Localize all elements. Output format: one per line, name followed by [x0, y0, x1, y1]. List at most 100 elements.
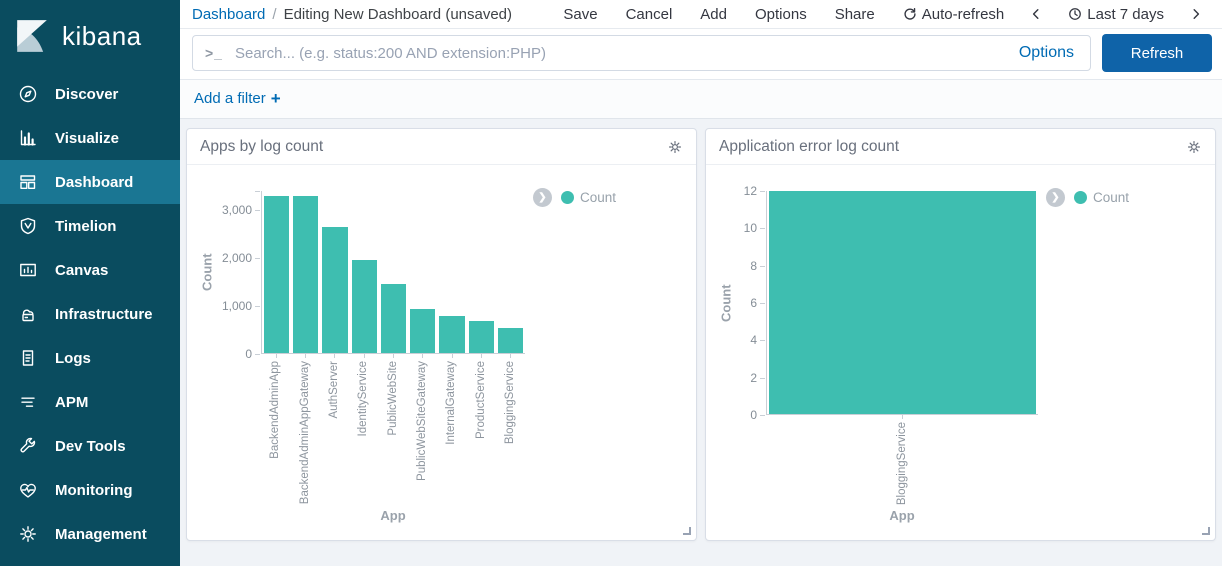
bar-PublicWebSiteGateway[interactable] — [410, 309, 435, 353]
panel-title: Application error log count — [719, 138, 899, 156]
plus-icon: + — [271, 90, 281, 107]
search-box: >_ Options — [192, 35, 1091, 71]
y-axis-tick-label: 2 — [750, 370, 757, 386]
panel-options-button[interactable] — [667, 139, 683, 155]
bar-AuthServer[interactable] — [322, 227, 347, 353]
x-axis-label: ProductService — [475, 361, 488, 439]
x-axis-title: App — [766, 504, 1038, 528]
add-filter-button[interactable]: Add a filter + — [194, 90, 281, 107]
x-axis-label: BloggingService — [896, 422, 909, 505]
x-axis-title: App — [261, 504, 525, 528]
bar-BloggingService[interactable] — [769, 191, 1036, 414]
x-axis-label: BackendAdminApp — [269, 361, 282, 459]
kibana-logo-icon — [14, 18, 50, 54]
legend-label: Count — [580, 190, 616, 205]
shield-icon — [17, 215, 39, 237]
sidebar-item-timelion[interactable]: Timelion — [0, 204, 180, 248]
time-back-button[interactable] — [1022, 8, 1050, 20]
sidebar-item-visualize[interactable]: Visualize — [0, 116, 180, 160]
x-axis-label: InternalGateway — [445, 361, 458, 445]
bar-IdentityService[interactable] — [352, 260, 377, 353]
cloud-server-icon — [17, 303, 39, 325]
legend: ❯ Count — [1046, 188, 1215, 207]
breadcrumb-dashboard-link[interactable]: Dashboard — [192, 6, 265, 23]
panel-header: Application error log count — [706, 129, 1215, 165]
panel-apps-by-log-count: Apps by log count Count 01,0002,0003,000… — [186, 128, 697, 541]
filter-bar: Add a filter + — [180, 80, 1222, 119]
sidebar-item-infrastructure[interactable]: Infrastructure — [0, 292, 180, 336]
sidebar-item-label: Visualize — [55, 130, 119, 147]
top-menu: Save Cancel Add Options Share Auto-refre… — [553, 6, 1210, 23]
time-range-picker[interactable]: Last 7 days — [1058, 6, 1174, 23]
x-axis-tick: InternalGateway — [439, 354, 464, 504]
query-options-link[interactable]: Options — [1015, 44, 1078, 62]
y-axis-tick-label: 8 — [750, 258, 757, 274]
refresh-button[interactable]: Refresh — [1102, 34, 1212, 72]
breadcrumb-separator: / — [272, 6, 276, 23]
sidebar-item-label: Timelion — [55, 218, 116, 235]
save-button[interactable]: Save — [553, 6, 607, 23]
sidebar-item-label: Dev Tools — [55, 438, 126, 455]
bar-BackendAdminAppGateway[interactable] — [293, 196, 318, 353]
legend-toggle-button[interactable]: ❯ — [533, 188, 552, 207]
share-button[interactable]: Share — [825, 6, 885, 23]
main-area: Dashboard / Editing New Dashboard (unsav… — [180, 0, 1222, 566]
y-axis-tick-label: 4 — [750, 332, 757, 348]
bar-PublicWebSite[interactable] — [381, 284, 406, 353]
auto-refresh-button[interactable]: Auto-refresh — [893, 6, 1015, 23]
bar-BloggingService[interactable] — [498, 328, 523, 353]
bar-chart-apps-by-log-count: Count 01,0002,0003,000 BackendAdminAppBa… — [187, 191, 696, 528]
search-input[interactable] — [235, 45, 1015, 62]
plot-area — [261, 191, 525, 354]
sidebar-item-label: Management — [55, 526, 147, 543]
x-axis-labels: BloggingService — [766, 415, 1038, 504]
wrench-icon — [17, 435, 39, 457]
sidebar-item-apm[interactable]: APM — [0, 380, 180, 424]
panel-resize-handle[interactable] — [683, 527, 691, 535]
sidebar-item-label: Dashboard — [55, 174, 133, 191]
legend-item-count[interactable]: Count — [561, 190, 616, 205]
dashboard-grid: Apps by log count Count 01,0002,0003,000… — [180, 119, 1222, 566]
x-axis-tick: BloggingService — [768, 415, 1036, 504]
y-axis-tick-label: 0 — [245, 346, 252, 362]
gear-icon — [667, 139, 683, 155]
x-axis-tick: AuthServer — [322, 354, 347, 504]
refresh-cycle-icon — [903, 7, 917, 21]
bar-ProductService[interactable] — [469, 321, 494, 353]
x-axis-tick: ProductService — [468, 354, 493, 504]
dashboard-grid-icon — [17, 171, 39, 193]
bar-BackendAdminApp[interactable] — [264, 196, 289, 353]
cancel-button[interactable]: Cancel — [616, 6, 683, 23]
sidebar-item-monitoring[interactable]: Monitoring — [0, 468, 180, 512]
heartbeat-icon — [17, 479, 39, 501]
panel-resize-handle[interactable] — [1202, 527, 1210, 535]
gear-icon — [17, 523, 39, 545]
kibana-logo[interactable]: kibana — [0, 0, 180, 72]
bar-InternalGateway[interactable] — [439, 316, 464, 353]
time-forward-button[interactable] — [1182, 8, 1210, 20]
sidebar-item-management[interactable]: Management — [0, 512, 180, 556]
plot-area — [766, 191, 1038, 415]
frame-icon — [17, 259, 39, 281]
clock-icon — [1068, 7, 1082, 21]
sidebar-item-label: Logs — [55, 350, 91, 367]
legend-color-dot — [561, 191, 574, 204]
sidebar-item-dev-tools[interactable]: Dev Tools — [0, 424, 180, 468]
sidebar-item-logs[interactable]: Logs — [0, 336, 180, 380]
x-axis-label: PublicWebSiteGateway — [416, 361, 429, 481]
chevron-left-icon — [1030, 8, 1042, 20]
options-button[interactable]: Options — [745, 6, 817, 23]
search-bar: >_ Options Refresh — [180, 29, 1222, 80]
x-axis-label: BackendAdminAppGateway — [299, 361, 312, 504]
sidebar-item-dashboard[interactable]: Dashboard — [0, 160, 180, 204]
add-button[interactable]: Add — [690, 6, 737, 23]
legend-toggle-button[interactable]: ❯ — [1046, 188, 1065, 207]
sidebar-item-label: Infrastructure — [55, 306, 153, 323]
legend-label: Count — [1093, 190, 1129, 205]
panel-options-button[interactable] — [1186, 139, 1202, 155]
sidebar-item-canvas[interactable]: Canvas — [0, 248, 180, 292]
sidebar-item-discover[interactable]: Discover — [0, 72, 180, 116]
y-axis-title: Count — [718, 191, 734, 415]
legend-item-count[interactable]: Count — [1074, 190, 1129, 205]
x-axis-label: AuthServer — [328, 361, 341, 419]
